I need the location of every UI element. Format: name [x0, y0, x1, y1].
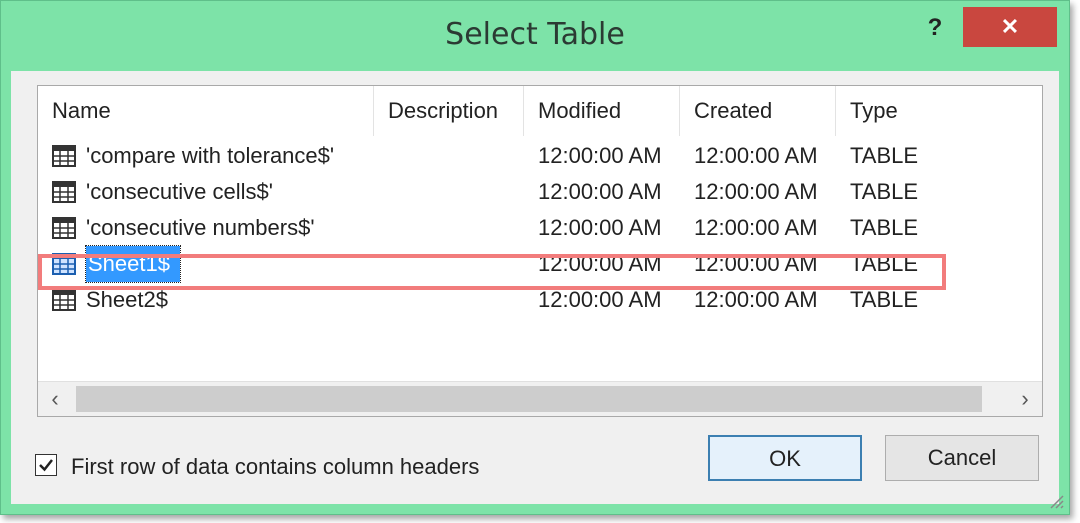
table-header: Name Description Modified Created Type: [38, 86, 1042, 136]
ok-button[interactable]: OK: [708, 435, 862, 481]
checkmark-icon: [39, 459, 53, 472]
cancel-button[interactable]: Cancel: [885, 435, 1039, 481]
column-header-created[interactable]: Created: [680, 86, 836, 136]
table-icon: [52, 289, 76, 311]
close-button[interactable]: ✕: [963, 7, 1057, 47]
cell-type: TABLE: [850, 143, 919, 168]
cell-type: TABLE: [850, 179, 919, 204]
cell-created: 12:00:00 AM: [694, 215, 818, 240]
cell-name-text: 'consecutive cells$': [86, 179, 273, 204]
table-list: Name Description Modified Created Type '…: [37, 85, 1043, 417]
chevron-right-icon[interactable]: ›: [1008, 382, 1042, 416]
table-row[interactable]: 'compare with tolerance$' 12:00:00 AM 12:0…: [38, 138, 1042, 174]
table-icon: [52, 145, 76, 167]
table-icon: [52, 181, 76, 203]
title-bar[interactable]: Select Table ? ✕: [1, 1, 1069, 71]
table-row[interactable]: 'consecutive numbers$' 12:00:00 AM 12:00:0…: [38, 210, 1042, 246]
highlight-annotation: [38, 254, 946, 290]
cell-created: 12:00:00 AM: [694, 179, 818, 204]
column-header-description[interactable]: Description: [374, 86, 524, 136]
dialog-title: Select Table: [445, 17, 625, 52]
select-table-dialog: Select Table ? ✕ Name Description Modifi…: [0, 0, 1070, 515]
cell-name-text: 'consecutive numbers$': [86, 215, 315, 240]
cell-created: 12:00:00 AM: [694, 143, 818, 168]
column-header-name[interactable]: Name: [38, 86, 374, 136]
table-icon: [52, 217, 76, 239]
header-checkbox[interactable]: [35, 454, 57, 476]
header-checkbox-label: First row of data contains column header…: [71, 454, 480, 479]
cell-type: TABLE: [850, 215, 919, 240]
resize-grip-icon[interactable]: [1047, 492, 1065, 510]
cell-modified: 12:00:00 AM: [538, 179, 662, 204]
horizontal-scrollbar[interactable]: ‹ ›: [38, 381, 1042, 416]
cell-modified: 12:00:00 AM: [538, 143, 662, 168]
chevron-left-icon[interactable]: ‹: [38, 382, 72, 416]
table-row[interactable]: 'consecutive cells$' 12:00:00 AM 12:00:00 …: [38, 174, 1042, 210]
column-header-type[interactable]: Type: [836, 86, 1042, 136]
cell-modified: 12:00:00 AM: [538, 215, 662, 240]
scrollbar-thumb[interactable]: [76, 386, 982, 412]
cell-name-text: 'compare with tolerance$': [86, 143, 335, 168]
column-header-modified[interactable]: Modified: [524, 86, 680, 136]
help-button[interactable]: ?: [915, 9, 955, 47]
dialog-content: Name Description Modified Created Type '…: [11, 71, 1059, 504]
